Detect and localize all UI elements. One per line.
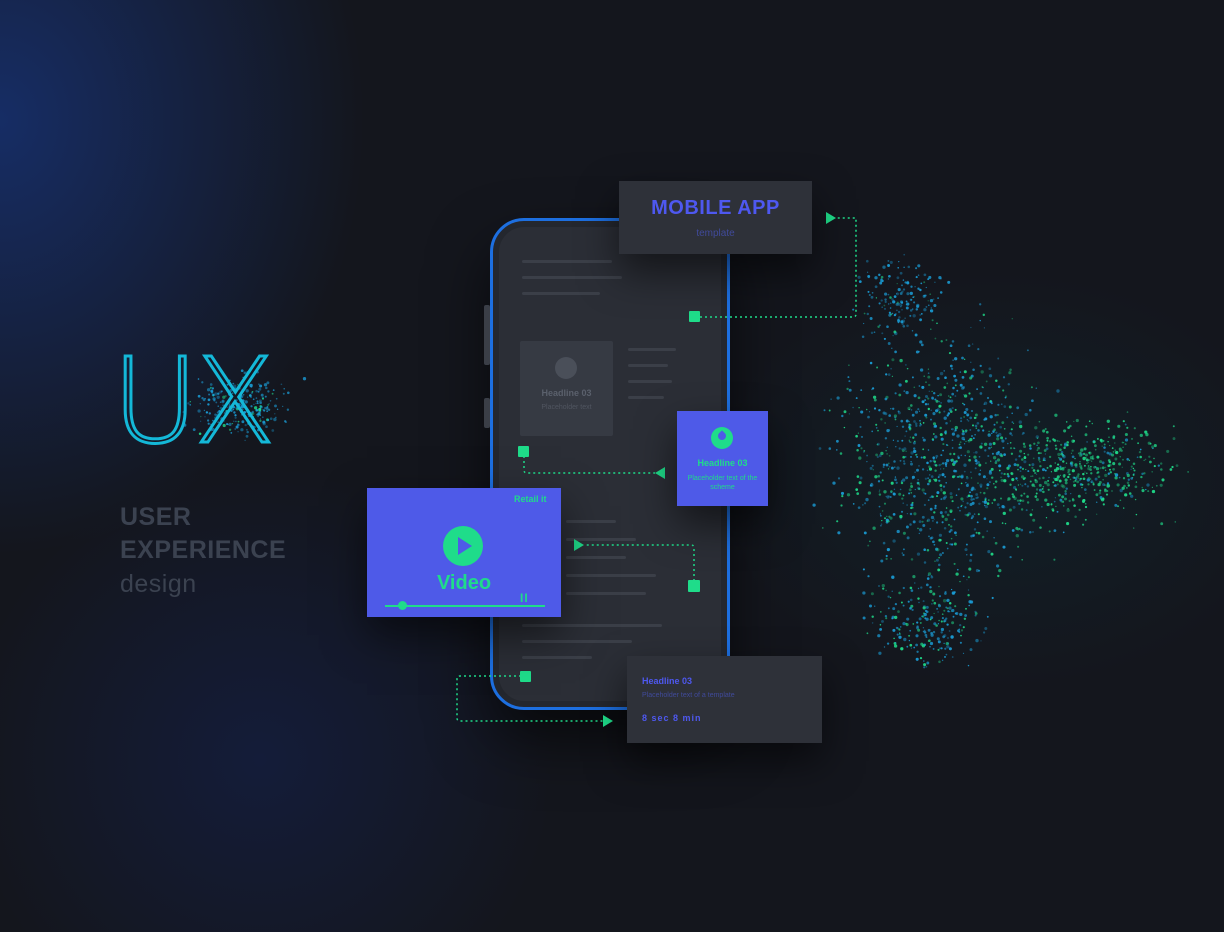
feature-title: Headline 03 — [697, 458, 748, 468]
connector-feature — [523, 451, 655, 474]
connector-lines — [456, 212, 857, 727]
pause-icon[interactable]: II — [520, 591, 529, 605]
info-card — [627, 656, 822, 743]
play-icon — [458, 537, 472, 555]
video-progress-track[interactable] — [385, 605, 545, 607]
feature-subtitle: Placeholder text of the scheme — [687, 475, 758, 491]
info-subtitle: Placeholder text of a template — [642, 692, 735, 699]
connector-node — [518, 446, 529, 457]
arrowhead-left — [574, 539, 584, 551]
video-label: Video — [436, 572, 492, 594]
connector-video — [584, 544, 695, 586]
connector-info — [456, 675, 605, 722]
video-tag: Retail it — [514, 494, 547, 504]
arrowhead-right — [603, 715, 613, 727]
mobile-app-title: MOBILE APP — [651, 197, 780, 219]
info-title: Headline 03 — [642, 676, 693, 686]
connector-node — [688, 580, 700, 592]
connector-node — [689, 311, 700, 322]
arrowhead-left — [655, 467, 665, 479]
mobile-app-subtitle: template — [696, 228, 735, 239]
video-progress-knob[interactable] — [398, 601, 407, 610]
connector-node — [520, 671, 531, 682]
arrowhead-right — [826, 212, 836, 224]
info-meta: 8 sec 8 min — [642, 713, 702, 723]
